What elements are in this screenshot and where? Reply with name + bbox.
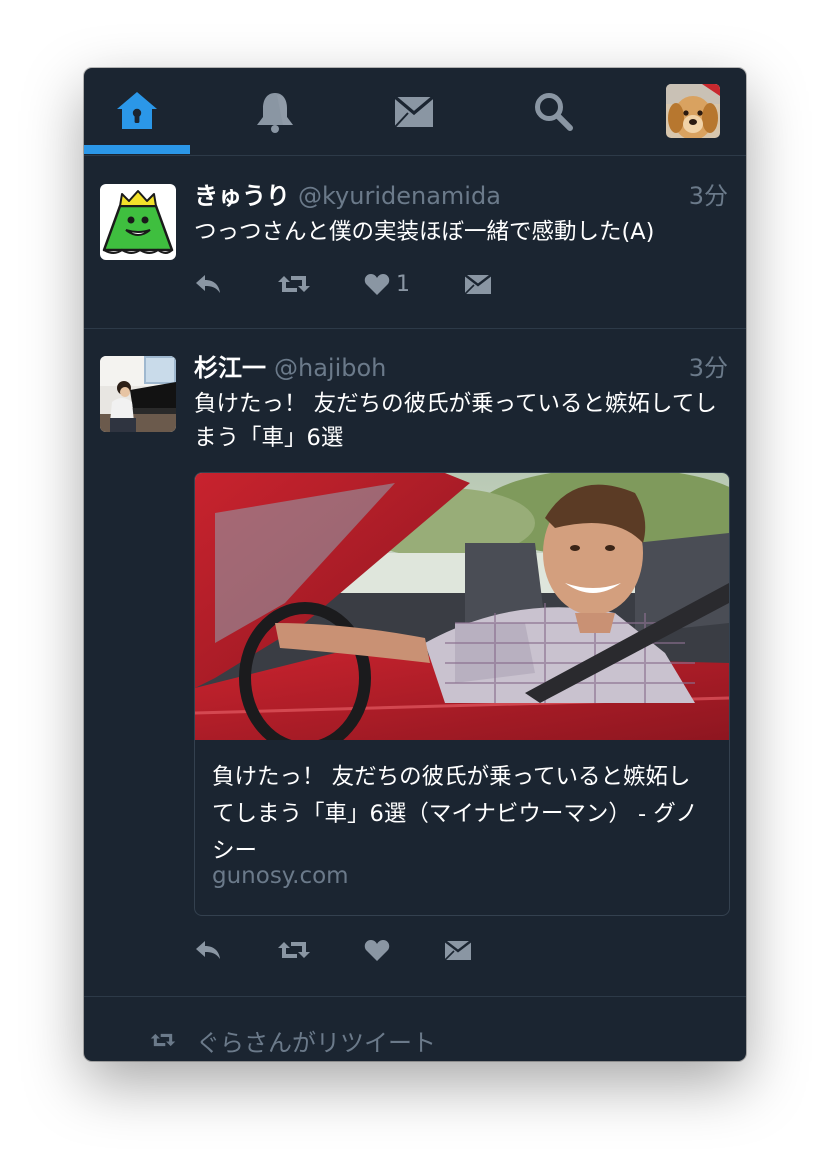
app-window: きゅうり @kyuridenamida 3分 つっつさんと僕の実装ほぼ一緒で感動し… — [84, 68, 746, 1061]
man-in-red-convertible — [195, 473, 729, 740]
retweet-context: ぐらさんがリツイート — [150, 1023, 436, 1057]
card-title: 負けたっ！ 友だちの彼氏が乗っていると嫉妬してしまう「車」6選（マイナビウーマン… — [212, 764, 698, 864]
tweet-author-handle[interactable]: @kyuridenamida — [298, 182, 501, 210]
retweet-button[interactable] — [277, 269, 311, 299]
direct-message-button[interactable] — [464, 269, 492, 299]
piano-player-avatar — [100, 356, 176, 432]
direct-message-button[interactable] — [444, 935, 472, 965]
link-preview-card[interactable]: 負けたっ！ 友だちの彼氏が乗っていると嫉妬してしまう「車」6選（マイナビウーマン… — [194, 472, 730, 916]
retweet-button[interactable] — [277, 935, 311, 965]
heart-icon — [364, 940, 390, 961]
tweet-author-name[interactable]: 杉江一 — [194, 354, 266, 382]
like-count: 1 — [396, 271, 410, 297]
tweet-timestamp[interactable]: 3分 — [689, 181, 728, 211]
tweet-author-avatar[interactable] — [100, 356, 176, 432]
tweet-text: つっつさんと僕の実装ほぼ一緒で感動した(A) — [194, 219, 655, 245]
tweet-header: 杉江一 @hajiboh 3分 — [194, 353, 728, 383]
green-mountain-crown-avatar — [100, 184, 176, 260]
like-button[interactable]: 1 — [364, 269, 410, 299]
reply-button[interactable] — [194, 935, 222, 965]
reply-icon — [196, 275, 220, 293]
tweet-text: 負けたっ！ 友だちの彼氏が乗っていると嫉妬してしまう「車」6選 — [194, 391, 717, 451]
retweet-icon — [150, 1033, 176, 1047]
tweet-timestamp[interactable]: 3分 — [689, 353, 728, 383]
tweet: きゅうり @kyuridenamida 3分 つっつさんと僕の実装ほぼ一緒で感動し… — [84, 68, 746, 329]
retweet-icon — [278, 942, 310, 958]
heart-icon — [364, 274, 390, 295]
tweet-author-name[interactable]: きゅうり — [194, 182, 290, 210]
tweet-author-avatar[interactable] — [100, 184, 176, 260]
like-button[interactable] — [364, 935, 396, 965]
envelope-icon — [444, 940, 472, 961]
reply-icon — [196, 941, 220, 959]
retweet-icon — [278, 276, 310, 292]
card-domain: gunosy.com — [212, 863, 349, 889]
tweet-header: きゅうり @kyuridenamida 3分 — [194, 181, 728, 211]
retweet-context-text[interactable]: ぐらさんがリツイート — [196, 1023, 436, 1058]
tweet-divider — [84, 996, 746, 997]
envelope-icon — [464, 274, 492, 295]
tweet-author-handle[interactable]: @hajiboh — [274, 354, 386, 382]
reply-button[interactable] — [194, 269, 222, 299]
